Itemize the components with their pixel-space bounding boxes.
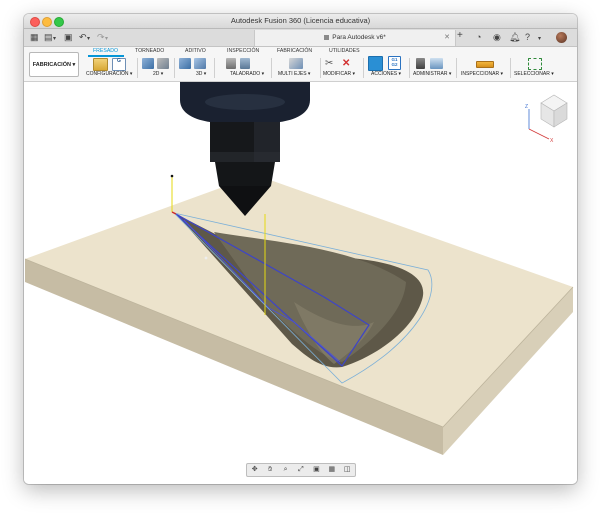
divider: [174, 58, 175, 78]
apps-grid-icon[interactable]: ▦: [30, 32, 39, 42]
user-avatar[interactable]: [556, 32, 567, 43]
file-menu-icon[interactable]: ▤: [44, 32, 53, 42]
fusion-window: Autodesk Fusion 360 (Licencia educativa)…: [24, 14, 577, 484]
fit-icon[interactable]: ⤢: [296, 465, 305, 475]
application-bar: ▦ ▤ ▾ ▣ ↶ ▾ ↷ ▾ Para Autodesk v6* ✕ + ◔ …: [24, 29, 577, 47]
job-status-icon[interactable]: ◔: [476, 32, 481, 42]
window-title: Autodesk Fusion 360 (Licencia educativa): [230, 16, 371, 25]
divider: [137, 58, 138, 78]
orbit-icon[interactable]: ✥: [250, 465, 259, 475]
measure-icon[interactable]: [476, 61, 494, 68]
document-tab-label: Para Autodesk v6*: [332, 34, 386, 41]
redo-chevron-icon[interactable]: ▾: [105, 34, 108, 44]
divider: [214, 58, 215, 78]
workspace-label: FABRICACIÓN ▾: [32, 61, 76, 68]
zoom-icon[interactable]: ⌕: [281, 465, 290, 475]
group-select[interactable]: SELECCIONAR ▾: [514, 71, 554, 77]
tab-additive[interactable]: ADITIVO: [185, 48, 206, 54]
post-process-icon[interactable]: G1 G2: [388, 56, 401, 70]
divider: [456, 58, 457, 78]
viewcube-x-label: X: [550, 138, 554, 144]
undo-icon[interactable]: ↶: [79, 32, 87, 42]
delete-toolpath-icon[interactable]: ✕: [342, 58, 354, 69]
document-icon: [324, 34, 330, 40]
nc-code-line2: G2: [391, 62, 398, 67]
document-tab[interactable]: Para Autodesk v6* ✕: [254, 30, 456, 46]
divider: [409, 58, 410, 78]
divider: [510, 58, 511, 78]
group-2d[interactable]: 2D ▾: [153, 71, 163, 77]
viewcube-z-label: Z: [525, 104, 528, 110]
start-point: [170, 174, 174, 178]
group-setup[interactable]: CONFIGURACIÓN ▾: [86, 71, 132, 77]
spindle-highlight: [205, 94, 285, 110]
tab-inspection[interactable]: INSPECCIÓN: [227, 48, 259, 54]
group-actions[interactable]: ACCIONES ▾: [371, 71, 401, 77]
tool-tip-point: [204, 256, 208, 260]
hole-recognition-icon[interactable]: [240, 58, 250, 69]
title-bar[interactable]: Autodesk Fusion 360 (Licencia educativa): [24, 14, 577, 29]
navigation-bar: ✥ ✋︎ ⌕ ⤢ ▣ ▦ ◫: [246, 463, 356, 477]
file-menu-chevron-icon[interactable]: ▾: [53, 34, 56, 44]
tab-fabrication[interactable]: FABRICACIÓN: [277, 48, 312, 54]
new-tab-icon[interactable]: +: [457, 31, 463, 41]
2d-pocket-icon[interactable]: [157, 58, 169, 69]
canvas-scene[interactable]: Z X: [24, 82, 577, 484]
group-multi-axis[interactable]: MULTI EJES ▾: [278, 71, 310, 77]
help-icon[interactable]: ?: [525, 32, 530, 42]
select-icon[interactable]: [528, 58, 542, 70]
tool-collet[interactable]: [215, 162, 275, 186]
redo-icon[interactable]: ↷: [97, 32, 105, 42]
tab-utilities[interactable]: UTILIDADES: [329, 48, 360, 54]
divider: [363, 58, 364, 78]
simulate-icon[interactable]: [368, 56, 383, 71]
drill-icon[interactable]: [226, 58, 236, 69]
2d-adaptive-icon[interactable]: [142, 58, 154, 69]
toolbar-ribbon: FABRICACIÓN ▾ FRESADO TORNEADO ADITIVO I…: [24, 47, 577, 82]
tab-milling[interactable]: FRESADO: [93, 48, 118, 54]
multi-axis-icon[interactable]: [289, 58, 303, 69]
workspace-selector[interactable]: FABRICACIÓN ▾: [29, 52, 79, 77]
group-manage[interactable]: ADMINISTRAR ▾: [413, 71, 451, 77]
divider: [271, 58, 272, 78]
new-folder-icon[interactable]: [93, 58, 108, 71]
save-icon[interactable]: ▣: [64, 32, 73, 42]
group-3d[interactable]: 3D ▾: [196, 71, 206, 77]
scissors-icon[interactable]: ✂: [325, 58, 337, 69]
viewcube-x-axis: [528, 128, 550, 140]
3d-adaptive-icon[interactable]: [179, 58, 191, 69]
undo-chevron-icon[interactable]: ▾: [87, 34, 90, 44]
group-drilling[interactable]: TALADRADO ▾: [230, 71, 264, 77]
close-tab-icon[interactable]: ✕: [444, 33, 450, 41]
tool-holder-shade: [254, 122, 280, 162]
setup-code-label: G: [117, 58, 121, 64]
3d-viewport[interactable]: Z X ✥ ✋︎ ⌕ ⤢ ▣ ▦ ◫: [24, 82, 577, 484]
group-modify[interactable]: MODIFICAR ▾: [323, 71, 355, 77]
group-inspect[interactable]: INSPECCIONAR ▾: [461, 71, 503, 77]
notifications-icon[interactable]: 🔔︎: [509, 32, 520, 42]
viewcube[interactable]: Z X: [525, 94, 568, 144]
divider: [320, 58, 321, 78]
tab-turning[interactable]: TORNEADO: [135, 48, 164, 54]
grid-icon[interactable]: ▦: [327, 465, 336, 475]
viewports-icon[interactable]: ◫: [343, 465, 352, 475]
new-setup-icon[interactable]: G: [112, 58, 126, 71]
active-tab-indicator: [88, 55, 124, 57]
pan-icon[interactable]: ✋︎: [266, 465, 275, 475]
display-settings-icon[interactable]: ▣: [312, 465, 321, 475]
tool-library-icon[interactable]: [416, 58, 425, 69]
extensions-icon[interactable]: ◉: [493, 32, 501, 42]
3d-pocket-icon[interactable]: [194, 58, 206, 69]
template-library-icon[interactable]: [430, 58, 443, 69]
help-chevron-icon[interactable]: ▾: [538, 34, 541, 44]
